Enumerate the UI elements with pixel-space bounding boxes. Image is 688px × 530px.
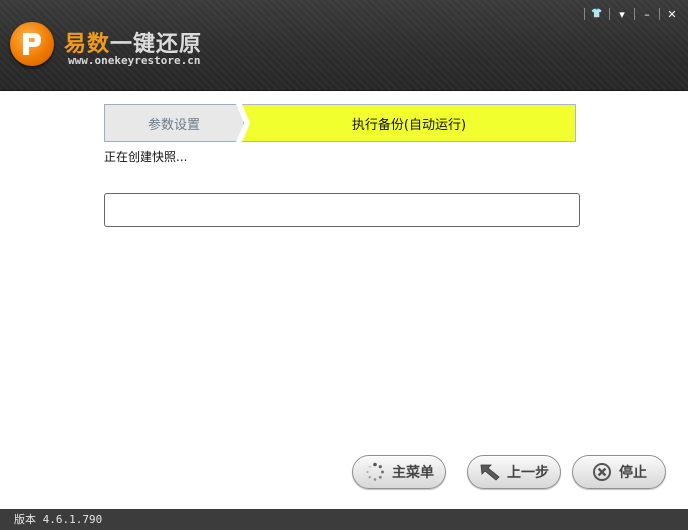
minimize-button[interactable]: – [639, 6, 655, 22]
step-execute-backup: 执行备份(自动运行) [242, 104, 576, 142]
stop-icon [591, 461, 613, 483]
website-url: www.onekeyrestore.cn [68, 54, 201, 67]
step-parameter-settings: 参数设置 [104, 104, 244, 142]
spinner-icon [364, 461, 386, 483]
divider [634, 8, 635, 20]
previous-step-button[interactable]: 上一步 [467, 455, 561, 489]
divider [609, 8, 610, 20]
close-button[interactable]: ✕ [664, 6, 680, 22]
title-bar: 易数一键还原 www.onekeyrestore.cn 👕 ▾ – ✕ [0, 0, 688, 91]
window-controls: 👕 ▾ – ✕ [584, 6, 680, 22]
divider [584, 8, 585, 20]
skin-icon[interactable]: 👕 [589, 6, 605, 22]
stop-button[interactable]: 停止 [572, 455, 666, 489]
menu-dropdown-icon[interactable]: ▾ [614, 6, 630, 22]
back-arrow-icon [479, 461, 501, 483]
main-menu-label: 主菜单 [392, 465, 434, 481]
main-menu-button[interactable]: 主菜单 [352, 455, 446, 489]
progress-bar [104, 193, 580, 227]
status-text: 正在创建快照... [104, 150, 188, 164]
app-logo-icon [10, 22, 54, 66]
stop-label: 停止 [619, 465, 647, 481]
previous-step-label: 上一步 [507, 465, 549, 481]
version-footer: 版本 4.6.1.790 [0, 509, 688, 530]
divider [659, 8, 660, 20]
